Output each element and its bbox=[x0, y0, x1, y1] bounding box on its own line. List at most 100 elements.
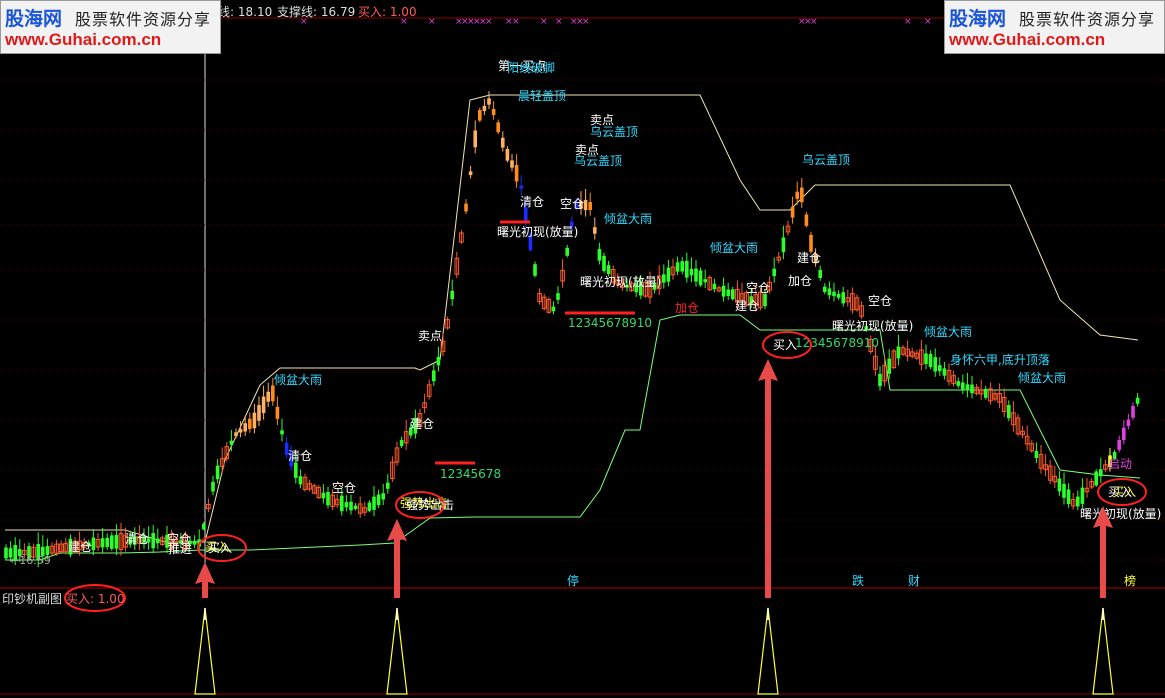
candle-body bbox=[965, 384, 970, 391]
candle-body bbox=[261, 396, 266, 414]
candle-body bbox=[1135, 397, 1140, 404]
candle-body bbox=[376, 494, 381, 506]
candle-body bbox=[832, 291, 836, 297]
candle-body bbox=[887, 358, 891, 374]
candle-body bbox=[698, 270, 703, 286]
annotation: 启动 bbox=[1108, 457, 1132, 471]
star-marker: × bbox=[810, 17, 818, 27]
candle-body bbox=[468, 171, 473, 176]
candle-body bbox=[593, 227, 597, 234]
candle-body bbox=[818, 269, 822, 279]
candle-body bbox=[781, 237, 786, 253]
candle-body bbox=[211, 481, 215, 492]
subchart-title: 印钞机副图 bbox=[2, 592, 63, 606]
candle-body bbox=[349, 501, 353, 511]
candle-body bbox=[1122, 427, 1126, 441]
candle-body bbox=[933, 357, 937, 372]
candle-body bbox=[790, 206, 795, 218]
watermark-left: 股海网 股票软件资源分享 www.Guhai.com.cn bbox=[0, 0, 221, 54]
candle-body bbox=[1007, 405, 1011, 419]
candle-body bbox=[215, 465, 220, 480]
candle-body bbox=[841, 292, 845, 304]
candle-body bbox=[606, 265, 611, 275]
candle-body bbox=[252, 412, 257, 429]
candle-body bbox=[800, 187, 804, 203]
candle-body bbox=[1066, 489, 1071, 505]
star-marker: × bbox=[540, 17, 548, 27]
candle-body bbox=[551, 306, 556, 312]
candle-body bbox=[151, 533, 155, 549]
candle-body bbox=[1099, 469, 1103, 477]
candle-body bbox=[353, 505, 358, 510]
annotation: 清仓 bbox=[288, 449, 312, 463]
brand-logo: 股海网 bbox=[5, 8, 63, 30]
candle-body bbox=[4, 547, 8, 559]
annotation: 曙光初现(放量) bbox=[497, 224, 578, 239]
buy-oval-label: 买入 bbox=[773, 338, 797, 352]
candle-body bbox=[556, 293, 560, 300]
brand-url: www.Guhai.com.cn bbox=[949, 30, 1106, 49]
annotation: 曙光初现(放量) bbox=[580, 274, 661, 289]
candle-body bbox=[583, 199, 588, 211]
star-marker: × bbox=[924, 17, 932, 27]
candle-body bbox=[942, 368, 947, 376]
buy-oval-label: 买入 bbox=[1108, 485, 1132, 499]
number-label: 12345678 bbox=[440, 467, 501, 481]
candle-body bbox=[257, 405, 261, 421]
candle-body bbox=[229, 440, 234, 445]
star-marker: × bbox=[512, 17, 520, 27]
star-marker: × bbox=[428, 17, 436, 27]
candle-body bbox=[298, 476, 303, 485]
annotation: 建仓 bbox=[735, 299, 759, 313]
candle-body bbox=[524, 207, 528, 223]
annotation: 建仓 bbox=[797, 251, 821, 265]
candle-body bbox=[1126, 419, 1131, 427]
candle-body bbox=[464, 203, 468, 212]
annotation: 乌云盖顶 bbox=[574, 153, 622, 168]
candle-body bbox=[266, 391, 270, 402]
candle-body bbox=[491, 108, 496, 116]
candle-body bbox=[680, 261, 684, 272]
candle-body bbox=[827, 288, 832, 296]
candle-body bbox=[961, 382, 965, 390]
brand-logo: 股海网 bbox=[949, 8, 1007, 30]
candle-body bbox=[602, 255, 606, 271]
candle-body bbox=[597, 249, 602, 261]
annotation: 榜 bbox=[1124, 573, 1136, 588]
candle-body bbox=[662, 274, 666, 283]
candle-body bbox=[712, 283, 717, 290]
candle-body bbox=[110, 535, 114, 549]
candle-body bbox=[340, 495, 344, 512]
candle-body bbox=[721, 285, 726, 297]
candle-body bbox=[482, 105, 487, 111]
candle-body bbox=[836, 293, 841, 298]
candle-body bbox=[565, 247, 569, 256]
candle-body bbox=[344, 502, 349, 508]
star-marker: × bbox=[555, 17, 563, 27]
candle-body bbox=[1080, 487, 1085, 504]
candle-body bbox=[533, 264, 537, 276]
candle-body bbox=[1131, 405, 1135, 418]
annotation: 倾盆大雨 bbox=[604, 212, 652, 226]
candle-body bbox=[984, 388, 988, 398]
candle-body bbox=[878, 373, 882, 387]
candle-body bbox=[436, 356, 441, 366]
annotation: 加仓 bbox=[675, 301, 699, 315]
annotation: 加仓 bbox=[788, 274, 812, 288]
candle-body bbox=[248, 418, 252, 430]
annotation: 卖点 bbox=[418, 329, 442, 343]
candle-body bbox=[896, 346, 901, 359]
annotation: 倾盆大雨 bbox=[710, 241, 758, 255]
candle-body bbox=[938, 365, 942, 372]
candle-body bbox=[372, 496, 376, 510]
annotation: 倾盆大雨 bbox=[274, 373, 322, 387]
candle-body bbox=[726, 289, 730, 297]
candle-body bbox=[1062, 483, 1066, 498]
candle-body bbox=[243, 423, 247, 432]
annotation: 空仓 bbox=[332, 481, 356, 495]
candle-body bbox=[501, 137, 505, 148]
candle-body bbox=[685, 260, 689, 278]
candle-body bbox=[694, 268, 698, 282]
candle-body bbox=[381, 493, 385, 500]
annotation: 跌 bbox=[852, 573, 864, 588]
